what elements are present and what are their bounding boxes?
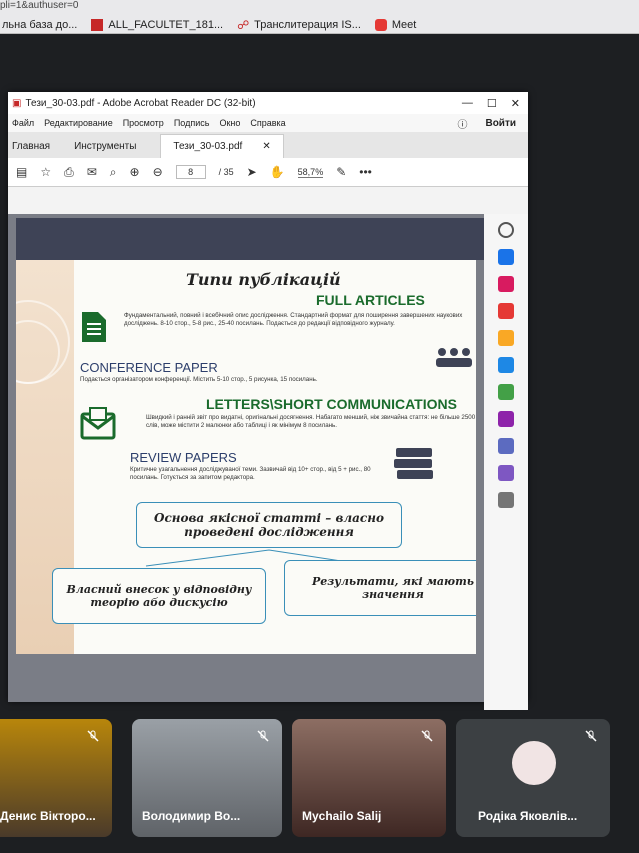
page-number-input[interactable]: 8 (175, 165, 206, 179)
window-title: Тези_30-03.pdf - Adobe Acrobat Reader DC… (25, 97, 256, 109)
bookmark-label: льна база до... (2, 18, 78, 31)
help-icon[interactable]: ⓘ (457, 116, 467, 131)
window-titlebar: ▣ Тези_30-03.pdf - Adobe Acrobat Reader … (8, 92, 528, 114)
mic-off-icon (257, 730, 269, 742)
menu-edit[interactable]: Редактирование (44, 118, 113, 128)
menu-sign[interactable]: Подпись (174, 118, 210, 128)
participant-tile[interactable]: Денис Вікторо... (0, 719, 112, 837)
youtube-icon (374, 18, 387, 31)
annotate-icon[interactable]: ✎ (336, 165, 346, 179)
create-pdf-icon[interactable] (498, 276, 514, 292)
zoom-select[interactable]: 58,7% (297, 167, 324, 178)
menu-window[interactable]: Окно (219, 118, 240, 128)
close-tab-icon[interactable]: ✕ (262, 141, 270, 152)
page-up-icon[interactable]: ⊕ (130, 165, 140, 179)
mic-off-icon (585, 730, 597, 742)
bookmark-label: ALL_FACULTET_181... (108, 18, 224, 31)
mail-icon[interactable]: ✉ (87, 165, 97, 179)
participant-name: Mychailo Salij (302, 809, 382, 823)
bookmark-item-faculty[interactable]: ALL_FACULTET_181... (91, 18, 224, 31)
pdf-app-icon: ▣ (12, 97, 22, 109)
sign-icon[interactable] (498, 465, 514, 481)
participant-tile[interactable]: Родіка Яковлів... (456, 719, 610, 837)
bookmark-item-meet[interactable]: Meet (374, 18, 417, 31)
export-pdf-icon[interactable] (498, 249, 514, 265)
mic-off-icon (421, 730, 433, 742)
bookmark-label: Meet (391, 18, 417, 31)
document-area: Типи публікацій FULL ARTICLES Фундамента… (8, 214, 484, 702)
close-icon[interactable]: ✕ (511, 97, 520, 110)
participant-tile[interactable]: Володимир Во... (132, 719, 282, 837)
page-total: / 35 (218, 167, 234, 177)
tab-document[interactable]: Тези_30-03.pdf ✕ (160, 134, 284, 158)
zoom-in-icon[interactable] (498, 222, 514, 238)
previous-page-band (16, 218, 484, 260)
participant-name: Родіка Яковлів... (478, 809, 578, 823)
search-icon[interactable]: ⌕ (110, 165, 117, 180)
bookmark-label: Транслитерация IS... (254, 18, 361, 31)
right-statement-box: Результати, які мають значення (284, 560, 476, 616)
menu-help[interactable]: Справка (250, 118, 285, 128)
tab-document-label: Тези_30-03.pdf (173, 141, 243, 152)
more-icon[interactable]: ••• (359, 165, 372, 179)
url-fragment: pli=1&authuser=0 (0, 0, 79, 11)
maximize-icon[interactable]: ☐ (487, 97, 497, 110)
menu-file[interactable]: Файл (12, 118, 34, 128)
participant-name: Володимир Во... (142, 809, 241, 823)
tabs-bar: Главная Инструменты Тези_30-03.pdf ✕ (8, 132, 528, 158)
protect-icon[interactable] (498, 438, 514, 454)
save-icon[interactable]: ▤ (16, 165, 27, 179)
translit-icon: ☍ (237, 17, 250, 32)
organize-icon[interactable] (498, 384, 514, 400)
bookmark-item-translit[interactable]: ☍ Транслитерация IS... (237, 19, 361, 31)
select-tool-icon[interactable]: ➤ (247, 165, 257, 179)
edit-pdf-icon[interactable] (498, 303, 514, 319)
menu-view[interactable]: Просмотр (123, 118, 164, 128)
page-down-icon[interactable]: ⊖ (153, 165, 163, 179)
avatar (512, 741, 556, 785)
bookmark-item-db[interactable]: льна база до... (2, 19, 77, 31)
mic-off-icon (87, 730, 99, 742)
pdf-page: Типи публікацій FULL ARTICLES Фундамента… (16, 260, 476, 654)
hand-tool-icon[interactable]: ✋ (270, 165, 285, 179)
bookmarks-bar: pli=1&authuser=0 льна база до... ALL_FAC… (0, 0, 639, 34)
tools-pane (484, 214, 528, 710)
toolbar: ▤ ☆ ⎙ ✉ ⌕ ⊕ ⊖ 8 / 35 ➤ ✋ 58,7% ✎ ••• (8, 158, 528, 187)
participant-tile[interactable]: Mychailo Salij (292, 719, 446, 837)
more-tools-icon[interactable] (498, 492, 514, 508)
star-icon[interactable]: ☆ (40, 165, 51, 179)
minimize-icon[interactable]: — (462, 97, 473, 110)
pdf-icon (91, 18, 104, 31)
acrobat-window: ▣ Тези_30-03.pdf - Adobe Acrobat Reader … (8, 92, 528, 710)
print-icon[interactable]: ⎙ (64, 165, 74, 180)
tab-tools[interactable]: Инструменты (74, 141, 142, 158)
combine-icon[interactable] (498, 357, 514, 373)
tab-home[interactable]: Главная (12, 141, 56, 158)
meet-participants-strip: Денис Вікторо... Володимир Во... Mychail… (0, 705, 639, 853)
login-button[interactable]: Войти (485, 118, 516, 129)
comment-icon[interactable] (498, 330, 514, 346)
menu-bar: Файл Редактирование Просмотр Подпись Окн… (8, 114, 528, 132)
left-statement-box: Власний внесок у відповідну теорію або д… (52, 568, 266, 624)
participant-name: Денис Вікторо... (0, 809, 96, 823)
fill-sign-icon[interactable] (498, 411, 514, 427)
